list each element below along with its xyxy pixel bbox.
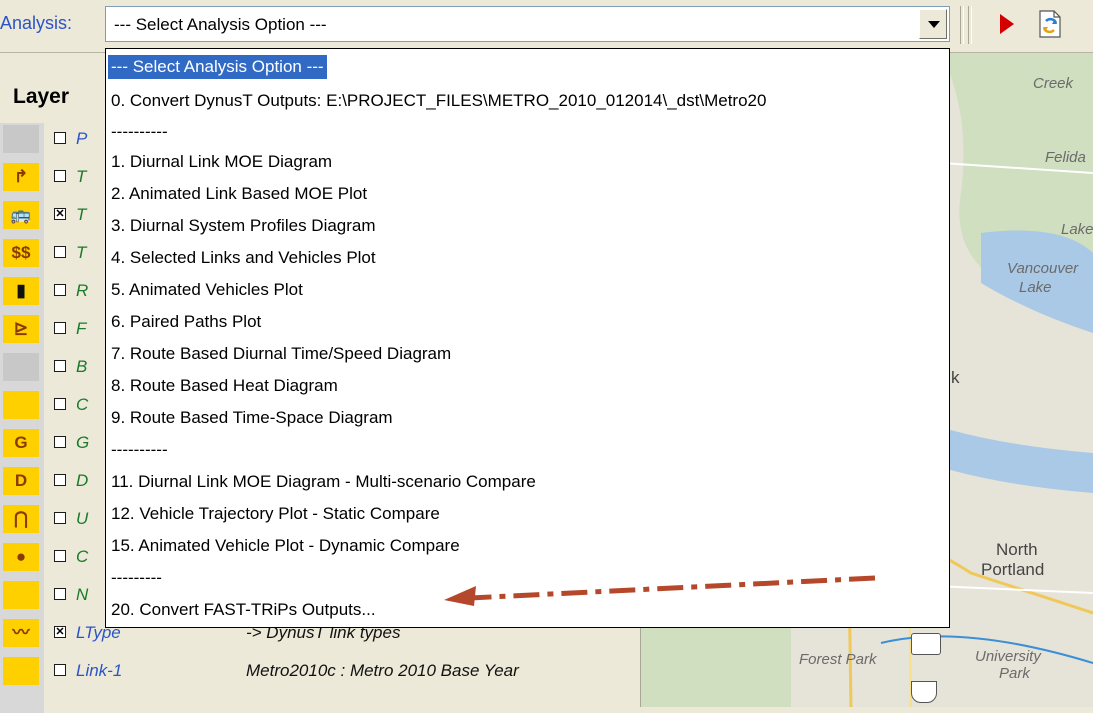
dropdown-option[interactable]: 8. Route Based Heat Diagram <box>111 371 338 401</box>
layer-visibility-checkbox[interactable] <box>54 132 66 144</box>
layer-name: C <box>76 395 89 414</box>
highway-shield-icon <box>911 681 937 703</box>
layer-column-title: Layer <box>13 85 70 108</box>
layer-name: U <box>76 509 89 528</box>
toolbar-separator <box>960 6 964 44</box>
dropdown-option[interactable]: 11. Diurnal Link MOE Diagram - Multi-sce… <box>111 467 536 497</box>
layer-name: N <box>76 585 89 604</box>
map-label-portland: Portland <box>981 560 1045 579</box>
run-play-icon[interactable] <box>1000 14 1014 34</box>
map-label-north: North <box>996 540 1038 559</box>
layer-description: Metro2010c : Metro 2010 Base Year <box>246 661 519 680</box>
dropdown-option[interactable]: 12. Vehicle Trajectory Plot - Static Com… <box>111 499 440 529</box>
layer-visibility-checkbox[interactable] <box>54 170 66 182</box>
analysis-label: Analysis: <box>0 13 73 33</box>
bus-icon: 🚌 <box>3 201 39 229</box>
dropdown-option-placeholder[interactable]: --- Select Analysis Option --- <box>108 55 327 79</box>
dropdown-toggle-button[interactable] <box>919 9 947 39</box>
dropdown-option[interactable]: 20. Convert FAST-TRiPs Outputs... <box>111 595 376 625</box>
chevron-down-icon <box>928 21 940 28</box>
layer-visibility-checkbox[interactable] <box>54 474 66 486</box>
layer-visibility-checkbox[interactable] <box>54 398 66 410</box>
layer-name: T <box>76 205 87 224</box>
dollar-icon: $$ <box>3 239 39 267</box>
map-label-vancouver: Vancouver <box>1007 260 1079 277</box>
layer-visibility-checkbox[interactable] <box>54 512 66 524</box>
map-label-felida: Felida <box>1045 149 1086 166</box>
layer-name: F <box>76 319 87 338</box>
blank-icon <box>3 353 39 381</box>
map-label-creek: Creek <box>1033 75 1074 92</box>
layer-visibility-checkbox[interactable] <box>54 246 66 258</box>
dropdown-option[interactable]: 2. Animated Link Based MOE Plot <box>111 179 367 209</box>
layer-row[interactable]: Link-1 Metro2010c : Metro 2010 Base Year <box>0 655 640 687</box>
layer-name: R <box>76 281 89 300</box>
highway-shield-icon <box>911 633 941 655</box>
dropdown-option[interactable]: 1. Diurnal Link MOE Diagram <box>111 147 332 177</box>
analysis-toolbar: Analysis: --- Select Analysis Option --- <box>0 0 1093 53</box>
dropdown-option[interactable]: 3. Diurnal System Profiles Diagram <box>111 211 376 241</box>
layer-name: G <box>76 433 90 452</box>
layer-visibility-checkbox[interactable] <box>54 588 66 600</box>
dropdown-separator: ---------- <box>111 122 168 141</box>
refresh-document-icon[interactable] <box>1036 9 1064 39</box>
dropdown-option[interactable]: 6. Paired Paths Plot <box>111 307 261 337</box>
layer-visibility-checkbox[interactable] <box>54 664 66 676</box>
blank-icon <box>3 581 39 609</box>
d-icon: D <box>3 467 39 495</box>
dropdown-separator: ---------- <box>111 440 168 459</box>
g-icon: G <box>3 429 39 457</box>
blank-icon <box>3 391 39 419</box>
line-chart-icon: 〰 <box>3 619 39 647</box>
layer-name: B <box>76 357 88 376</box>
map-label-lake: Lake <box>1061 221 1093 238</box>
dropdown-option[interactable]: 0. Convert DynusT Outputs: E:\PROJECT_FI… <box>111 86 766 116</box>
layer-visibility-checkbox[interactable] <box>54 436 66 448</box>
signal-icon: ● <box>3 543 39 571</box>
dropdown-option[interactable]: 4. Selected Links and Vehicles Plot <box>111 243 376 273</box>
u-turn-icon: ⋂ <box>3 505 39 533</box>
map-label-forest-park: Forest Park <box>799 651 877 668</box>
annotation-arrow-icon <box>444 575 876 606</box>
layer-name: Link-1 <box>76 661 123 680</box>
layer-name: D <box>76 471 89 490</box>
map-label-university: University <box>975 648 1041 665</box>
layer-visibility-checkbox[interactable] <box>54 360 66 372</box>
dropdown-option[interactable]: 15. Animated Vehicle Plot - Dynamic Comp… <box>111 531 460 561</box>
analysis-select[interactable]: --- Select Analysis Option --- <box>105 6 950 42</box>
layer-visibility-checkbox[interactable]: ✕ <box>54 626 66 638</box>
analysis-dropdown-list[interactable]: --- Select Analysis Option --- 0. Convert… <box>105 48 950 628</box>
layer-visibility-checkbox[interactable] <box>54 322 66 334</box>
ramp-icon: ⊵ <box>3 315 39 343</box>
map-label-k: k <box>951 368 960 387</box>
layer-name: T <box>76 243 87 262</box>
traffic-light-icon: ▮ <box>3 277 39 305</box>
layer-visibility-checkbox[interactable]: ✕ <box>54 208 66 220</box>
toolbar-separator <box>968 6 972 44</box>
layer-name: P <box>76 129 88 148</box>
layer-visibility-checkbox[interactable] <box>54 284 66 296</box>
map-label-vancouver-lake: Lake <box>1019 279 1052 296</box>
dropdown-separator: --------- <box>111 568 162 587</box>
dropdown-option[interactable]: 7. Route Based Diurnal Time/Speed Diagra… <box>111 339 451 369</box>
turn-arrow-icon: ↱ <box>3 163 39 191</box>
blank-icon <box>3 125 39 153</box>
map-label-park: Park <box>999 665 1030 682</box>
dropdown-option[interactable]: 5. Animated Vehicles Plot <box>111 275 303 305</box>
blank-icon <box>3 657 39 685</box>
analysis-select-value: --- Select Analysis Option --- <box>114 15 327 34</box>
dropdown-option[interactable]: 9. Route Based Time-Space Diagram <box>111 403 393 433</box>
layer-visibility-checkbox[interactable] <box>54 550 66 562</box>
layer-name: T <box>76 167 87 186</box>
layer-name: C <box>76 547 89 566</box>
